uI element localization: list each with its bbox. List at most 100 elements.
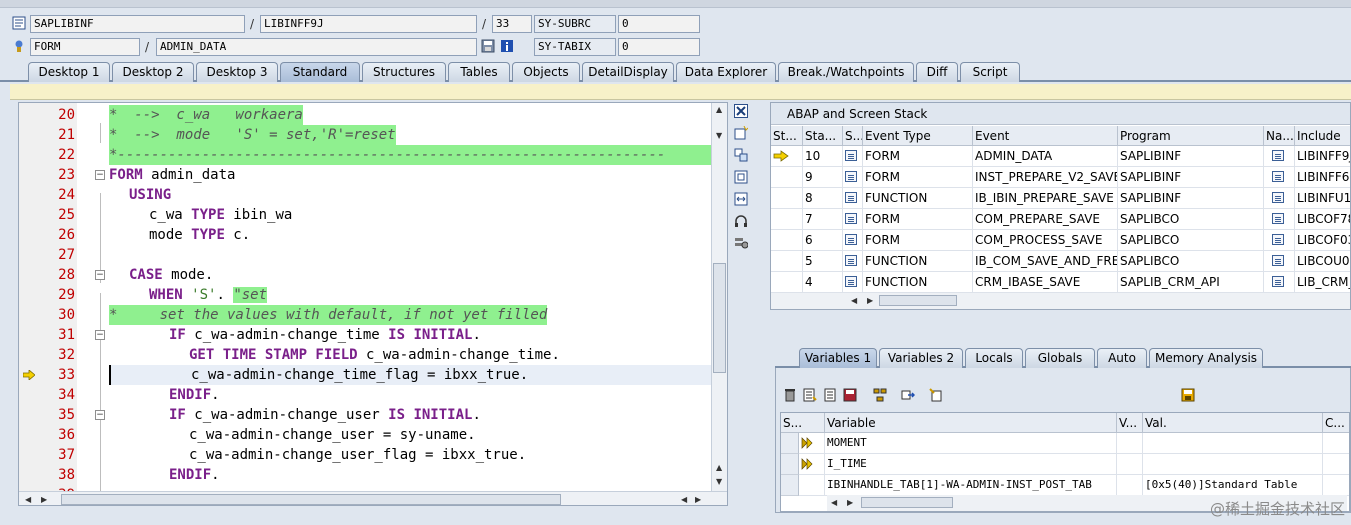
column-header[interactable]: C... (1323, 413, 1349, 433)
info-icon[interactable] (500, 39, 514, 53)
include-name[interactable]: LIB_CRM_... (1295, 272, 1350, 293)
column-header[interactable]: Na... (1264, 126, 1295, 146)
navigate-icon[interactable] (1264, 209, 1295, 230)
tab-data-explorer[interactable]: Data Explorer (676, 62, 776, 82)
scroll-thumb[interactable] (861, 497, 953, 508)
tab-variables-1[interactable]: Variables 1 (799, 348, 877, 368)
settings-icon[interactable] (733, 236, 749, 252)
variable-name[interactable]: IBINHANDLE_TAB[1]-WA-ADMIN-INST_POST_TAB (825, 475, 1117, 496)
column-header[interactable]: Val. (1143, 413, 1323, 433)
column-header[interactable]: Variable (825, 413, 1117, 433)
detail-icon[interactable] (802, 388, 818, 404)
line-field[interactable]: 33 (492, 15, 532, 33)
column-header[interactable]: V... (1117, 413, 1143, 433)
save-icon[interactable] (481, 39, 495, 53)
close-icon[interactable] (733, 104, 749, 120)
scroll-down-icon[interactable]: ▼ (716, 477, 722, 486)
include-name[interactable]: LIBCOF78 (1295, 209, 1350, 230)
event-type[interactable]: FORM (863, 146, 973, 167)
event-name[interactable]: CRM_IBASE_SAVE (973, 272, 1118, 293)
event-name[interactable]: ADMIN_DATA (973, 146, 1118, 167)
navigate-icon[interactable] (1264, 251, 1295, 272)
event-name[interactable]: COM_PROCESS_SAVE (973, 230, 1118, 251)
scroll-left-icon[interactable]: ◀ (851, 296, 857, 305)
tab-auto[interactable]: Auto (1097, 348, 1147, 368)
scroll-right-icon[interactable]: ▶ (867, 296, 873, 305)
navigate-icon[interactable] (1264, 167, 1295, 188)
tab-script[interactable]: Script (960, 62, 1020, 82)
sy-subrc-value[interactable]: 0 (618, 15, 700, 33)
include-name[interactable]: LIBCOU05 (1295, 251, 1350, 272)
column-header[interactable]: Event Type (863, 126, 973, 146)
tab-desktop-3[interactable]: Desktop 3 (196, 62, 278, 82)
scroll-left-icon[interactable]: ◀ (25, 495, 31, 504)
tab-desktop-1[interactable]: Desktop 1 (28, 62, 110, 82)
program-name[interactable]: SAPLIBINF (1118, 146, 1264, 167)
scroll-up-icon[interactable]: ▲ (716, 463, 722, 472)
tab-standard[interactable]: Standard (280, 62, 360, 82)
scroll-right-icon[interactable]: ▶ (695, 495, 701, 504)
column-header[interactable]: Event (973, 126, 1118, 146)
scroll-left-icon[interactable]: ◀ (831, 498, 837, 507)
scroll-thumb[interactable] (879, 295, 957, 306)
column-header[interactable]: S... (781, 413, 825, 433)
save-variables-icon[interactable] (842, 388, 858, 404)
event-type-field[interactable]: FORM (30, 38, 140, 56)
navigate-icon[interactable] (1264, 188, 1295, 209)
scroll-left-icon[interactable]: ◀ (681, 495, 687, 504)
event-name[interactable]: COM_PREPARE_SAVE (973, 209, 1118, 230)
event-field[interactable]: ADMIN_DATA (156, 38, 477, 56)
stack-level[interactable]: 7 (803, 209, 843, 230)
event-type[interactable]: FUNCTION (863, 272, 973, 293)
row-selector[interactable] (781, 454, 799, 475)
include-name[interactable]: LIBINFU16 (1295, 188, 1350, 209)
variable-value[interactable]: [0x5(40)]Standard Table (1143, 475, 1323, 496)
delete-icon[interactable] (782, 388, 798, 404)
event-name[interactable]: IB_IBIN_PREPARE_SAVE (973, 188, 1118, 209)
fold-toggle-icon[interactable]: − (95, 270, 105, 280)
tab-globals[interactable]: Globals (1025, 348, 1095, 368)
maximize-icon[interactable] (733, 170, 749, 186)
event-type[interactable]: FUNCTION (863, 188, 973, 209)
stack-level[interactable]: 5 (803, 251, 843, 272)
scroll-right-icon[interactable]: ▶ (41, 495, 47, 504)
variable-name[interactable]: MOMENT (825, 433, 1117, 454)
fold-toggle-icon[interactable]: − (95, 410, 105, 420)
scroll-right-icon[interactable]: ▶ (847, 498, 853, 507)
swap-tool-icon[interactable] (733, 148, 749, 164)
tab-diff[interactable]: Diff (916, 62, 958, 82)
scroll-thumb[interactable] (61, 494, 561, 505)
program-name[interactable]: SAPLIBCO (1118, 251, 1264, 272)
program-name[interactable]: SAPLIBCO (1118, 230, 1264, 251)
fold-toggle-icon[interactable]: − (95, 330, 105, 340)
include-name[interactable]: LIBCOF03 (1295, 230, 1350, 251)
program-name[interactable]: SAPLIB_CRM_API (1118, 272, 1264, 293)
navigate-icon[interactable] (1264, 146, 1295, 167)
stack-level[interactable]: 9 (803, 167, 843, 188)
tab-memory-analysis[interactable]: Memory Analysis (1149, 348, 1263, 368)
hierarchy-icon[interactable] (872, 388, 888, 404)
column-header[interactable]: St... (771, 126, 803, 146)
program-name[interactable]: SAPLIBCO (1118, 209, 1264, 230)
tab-objects[interactable]: Objects (512, 62, 580, 82)
navigate-icon[interactable] (1264, 272, 1295, 293)
tab-variables-2[interactable]: Variables 2 (879, 348, 963, 368)
editor-vertical-scrollbar[interactable]: ▲ ▼ ▲ ▼ (711, 103, 727, 491)
variable-value[interactable] (1143, 454, 1323, 475)
include-name[interactable]: LIBINFF9J (1295, 146, 1350, 167)
save-icon[interactable] (1180, 388, 1196, 404)
program-name[interactable]: SAPLIBINF (1118, 188, 1264, 209)
event-type[interactable]: FORM (863, 209, 973, 230)
tab-desktop-2[interactable]: Desktop 2 (112, 62, 194, 82)
stack-horizontal-scrollbar[interactable]: ◀ ▶ (771, 293, 1350, 309)
source-code-editor[interactable]: 20 21 22 23 24 25 26 27 28 29 30 31 32 3… (18, 102, 728, 506)
tab-breakpoints[interactable]: Break./Watchpoints (778, 62, 914, 82)
fold-toggle-icon[interactable]: − (95, 170, 105, 180)
editor-horizontal-scrollbar[interactable]: ◀ ▶ ◀ ▶ (19, 491, 727, 505)
stack-level[interactable]: 10 (803, 146, 843, 167)
column-header[interactable]: Include (1295, 126, 1350, 146)
resize-icon[interactable] (733, 192, 749, 208)
stack-level[interactable]: 6 (803, 230, 843, 251)
new-tool-icon[interactable] (733, 125, 749, 142)
event-type[interactable]: FUNCTION (863, 251, 973, 272)
